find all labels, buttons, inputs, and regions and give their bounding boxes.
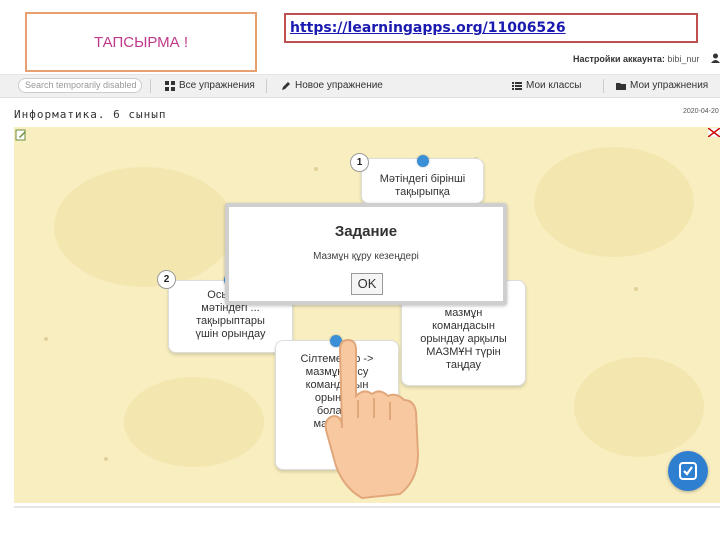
card-number-2: 2	[157, 270, 176, 289]
account-label: Настройки аккаунта:	[573, 54, 665, 64]
dialog-title: Задание	[334, 223, 398, 240]
search-input[interactable]: Search temporarily disabled	[18, 78, 142, 93]
page-date: 2020-04-20	[683, 108, 719, 115]
card-number-1: 1	[350, 153, 369, 172]
nav-bar: Search temporarily disabled Все упражнен…	[0, 74, 720, 98]
folder-icon	[616, 82, 626, 90]
url-link[interactable]: https://learningapps.org/11006526	[290, 20, 566, 36]
account-settings[interactable]: Настройки аккаунта: bibi_nur	[573, 54, 699, 64]
edit-icon[interactable]	[15, 129, 27, 141]
divider	[14, 506, 720, 508]
task-label: ТАПСЫРМА !	[93, 33, 189, 51]
page-title: Информатика. 6 сынып	[14, 108, 167, 121]
nav-divider	[266, 79, 267, 93]
hand-pointer-icon	[324, 338, 420, 500]
user-icon[interactable]	[711, 53, 720, 63]
list-icon	[512, 81, 522, 90]
ok-button[interactable]: OK	[351, 273, 383, 295]
account-username: bibi_nur	[667, 54, 700, 64]
checkmark-icon	[679, 462, 697, 480]
grid-icon	[165, 80, 175, 91]
nav-divider	[150, 79, 151, 93]
nav-new-exercise[interactable]: Новое упражнение	[281, 80, 383, 91]
pencil-icon	[282, 81, 290, 90]
url-callout: https://learningapps.org/11006526	[284, 13, 698, 43]
nav-all-exercises[interactable]: Все упражнения	[165, 80, 255, 91]
nav-my-exercises[interactable]: Мои упражнения	[616, 80, 708, 91]
nav-divider	[603, 79, 604, 93]
dialog-message: Мазмұн құру кезеңдері	[313, 251, 419, 262]
flag-icon[interactable]	[708, 128, 720, 137]
check-answers-button[interactable]	[668, 451, 708, 491]
task-dialog: Задание Мазмұн құру кезеңдері OK	[225, 203, 507, 305]
task-callout: ТАПСЫРМА !	[25, 12, 257, 72]
nav-my-classes[interactable]: Мои классы	[512, 80, 581, 91]
pin-icon[interactable]	[417, 155, 429, 167]
